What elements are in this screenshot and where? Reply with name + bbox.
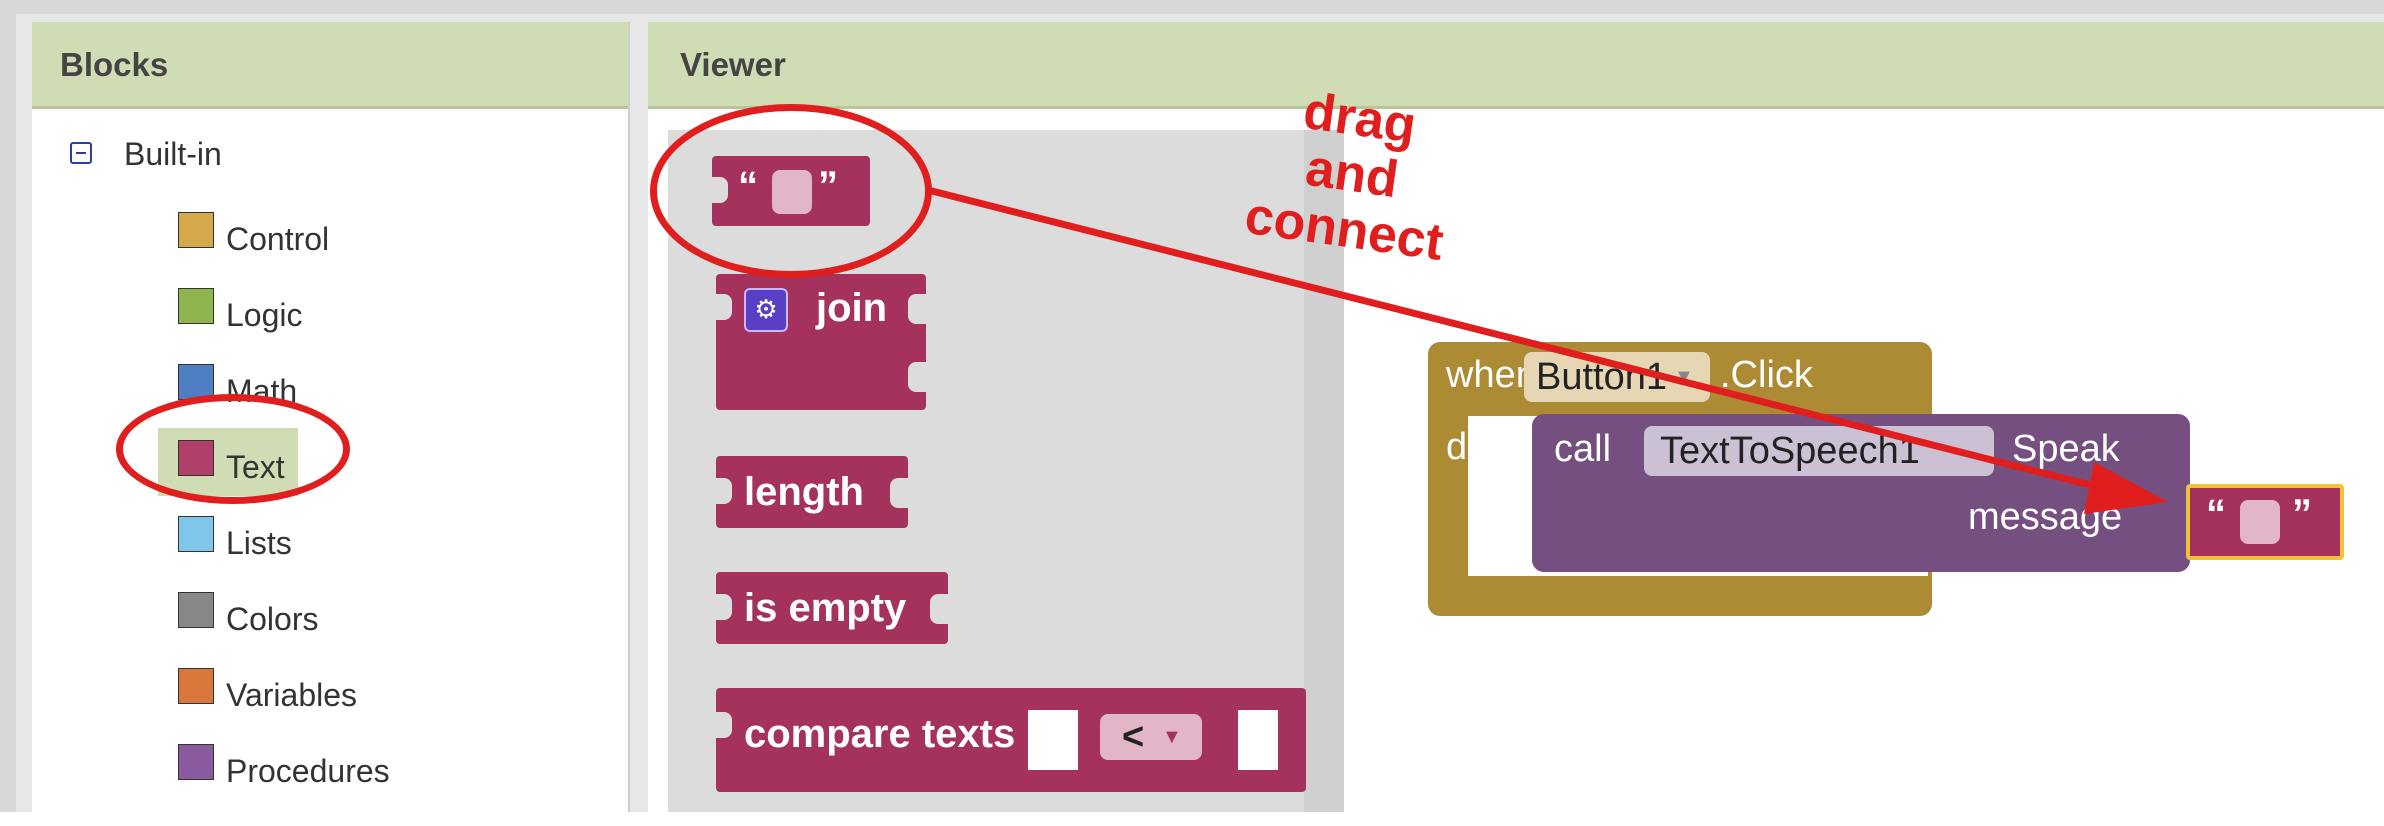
viewer-panel: Viewer “ ” ⚙ join length is empty compar [648,22,2384,812]
blocks-panel-header: Blocks [32,22,628,109]
window-frame-bottom [0,812,2384,826]
category-label: Procedures [226,753,390,789]
highlight-circle-text-category [116,394,350,504]
compare-operator-dropdown[interactable]: < ▼ [1100,714,1202,760]
dropdown-arrow-icon: ▼ [1162,726,1182,748]
highlight-circle-text-block [650,104,932,278]
viewer-header: Viewer [648,22,2384,109]
join-label: join [816,286,888,330]
is-empty-label: is empty [744,586,907,630]
logic-swatch-icon [178,288,214,324]
compare-texts-label: compare texts [744,712,1016,756]
do-label: do [1446,426,1489,468]
compare-right-socket[interactable] [1238,710,1278,770]
dropdown-arrow-icon: ▼ [1674,366,1694,388]
category-label: Colors [226,601,319,637]
component-label: Button1 [1536,356,1667,398]
control-swatch-icon [178,212,214,248]
blocks-panel-title: Blocks [60,46,169,83]
category-label: Variables [226,677,358,713]
category-label: Logic [226,297,303,333]
compare-operator-label: < [1122,716,1145,758]
collapse-icon[interactable] [70,142,92,164]
text-value-field[interactable] [2240,500,2280,544]
viewer-title: Viewer [680,46,786,83]
length-label: length [744,470,864,514]
colors-swatch-icon [178,592,214,628]
procedures-swatch-icon [178,744,214,780]
drag-and-connect-annotation: drag and connect [1221,74,1482,274]
message-arg-label: message [1968,496,2123,538]
tree-group-builtin[interactable]: Built-in [124,136,222,173]
event-label: .Click [1720,354,1813,396]
mutator-gear-icon[interactable]: ⚙ [744,288,788,332]
target-component-label: TextToSpeech1 [1660,430,1920,472]
open-quote: “ [2206,492,2226,536]
blocks-panel: Blocks Built-in Control Logic Math Text … [32,22,630,812]
category-label: Lists [226,525,292,561]
compare-left-socket[interactable] [1028,710,1078,770]
window-frame-left [0,0,16,826]
component-dropdown[interactable]: Button1 ▼ [1524,352,1710,402]
window-frame-top [0,0,2384,14]
call-label: call [1554,428,1612,470]
method-label: Speak [2012,428,2120,470]
close-quote: ” [2292,492,2312,536]
category-label: Control [226,221,330,257]
lists-swatch-icon [178,516,214,552]
target-component-dropdown[interactable]: TextToSpeech1 [1644,426,1994,476]
variables-swatch-icon [178,668,214,704]
